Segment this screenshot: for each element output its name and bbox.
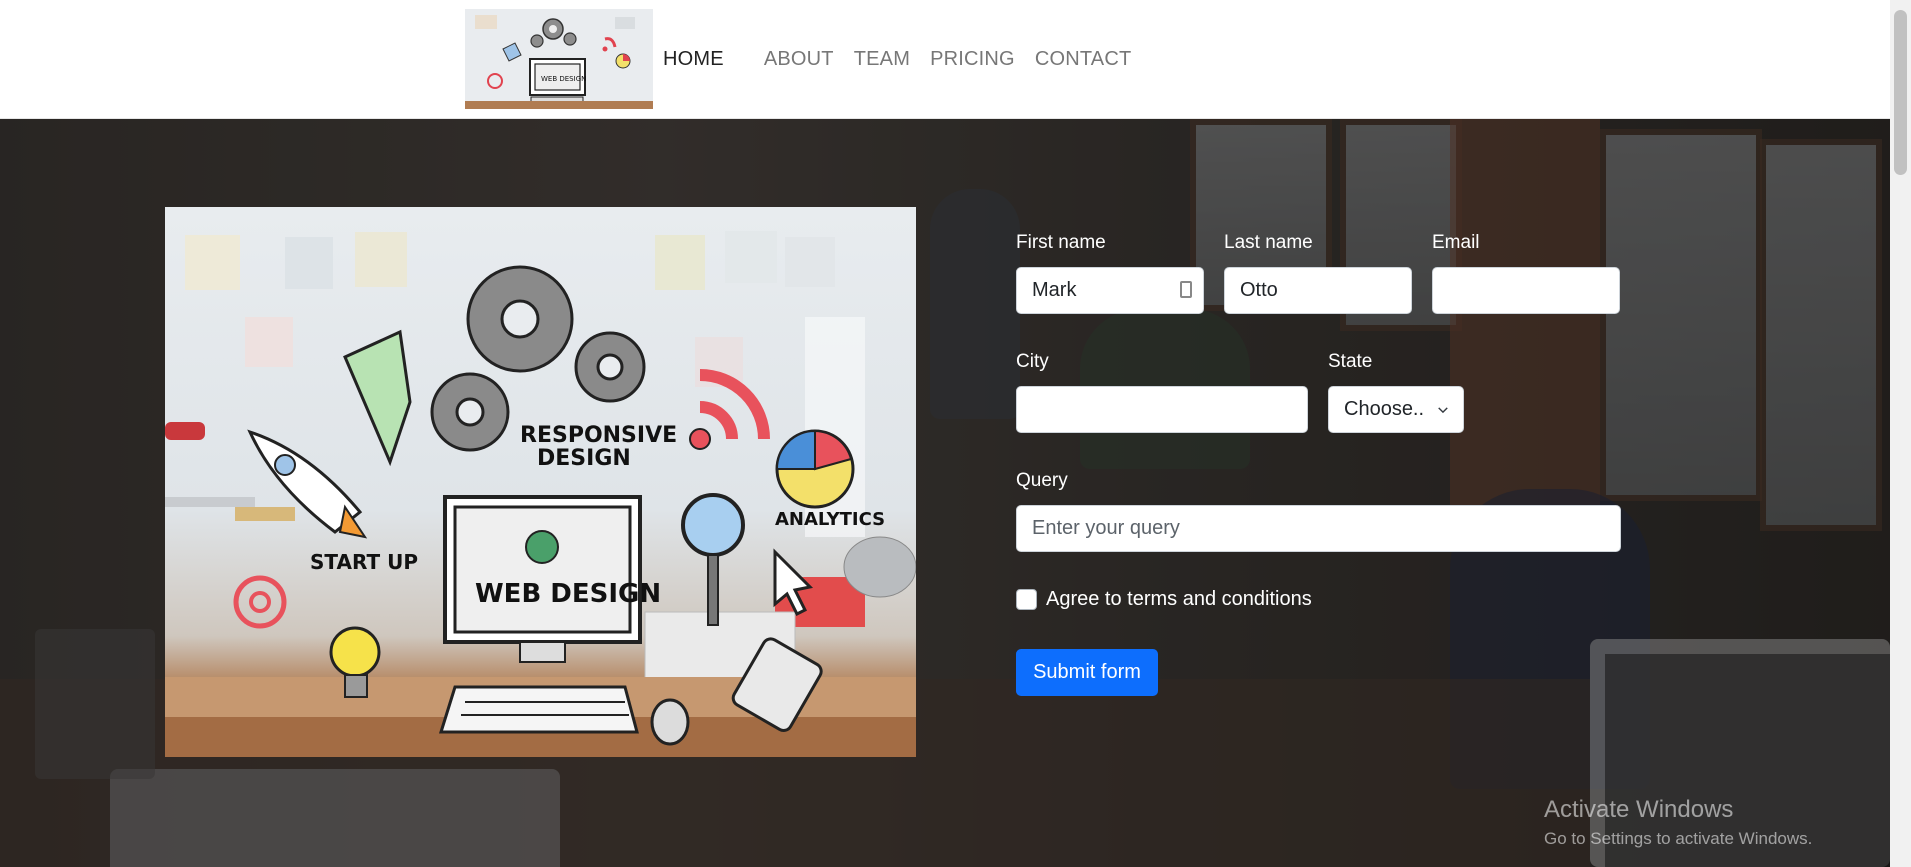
email-label: Email [1432,232,1480,253]
nav-link-team[interactable]: TEAM [854,48,910,71]
nav-link-contact[interactable]: CONTACT [1035,48,1132,71]
logo-illustration-icon: WEB DESIGN [465,9,653,109]
illustration-text-analytics: ANALYTICS [775,509,885,530]
illustration-text-web-design: WEB DESIGN [475,579,661,609]
first-name-input[interactable] [1016,267,1204,314]
state-select[interactable]: Choose.. [1328,386,1464,433]
nav-link-pricing[interactable]: PRICING [930,48,1015,71]
contact-card-icon [1180,281,1192,298]
last-name-label: Last name [1224,232,1313,253]
chevron-down-icon [1438,406,1448,413]
query-input[interactable] [1016,505,1621,552]
hero-illustration: RESPONSIVE DESIGN ANALYTICS START UP WEB… [165,207,916,757]
city-label: City [1016,351,1049,372]
state-select-value: Choose.. [1344,398,1425,420]
nav-link-about[interactable]: ABOUT [764,48,834,71]
city-input[interactable] [1016,386,1308,433]
email-input[interactable] [1432,267,1620,314]
state-label: State [1328,351,1373,372]
illustration-text-responsive: RESPONSIVE [520,423,677,448]
illustration-text-design: DESIGN [537,446,631,471]
submit-form-button[interactable]: Submit form [1016,649,1158,696]
query-label: Query [1016,470,1068,491]
last-name-input[interactable] [1224,267,1412,314]
brand-logo[interactable]: WEB DESIGN [465,9,653,109]
page-scrollbar[interactable] [1890,0,1911,867]
nav-link-home[interactable]: HOME [663,48,724,71]
agree-label[interactable]: Agree to terms and conditions [1046,588,1312,611]
scrollbar-thumb[interactable] [1894,10,1907,175]
hero-section: RESPONSIVE DESIGN ANALYTICS START UP WEB… [0,119,1890,867]
navbar: WEB DESIGN HOME ABOUT TEAM PRICING CONTA… [0,0,1890,119]
illustration-text-startup: START UP [310,550,418,574]
activate-windows-title: Activate Windows [1544,796,1734,823]
svg-text:WEB DESIGN: WEB DESIGN [541,75,586,83]
agree-checkbox[interactable] [1016,589,1037,610]
web-design-illustration-icon: RESPONSIVE DESIGN ANALYTICS START UP WEB… [165,231,916,757]
nav-links: HOME ABOUT TEAM PRICING CONTACT [663,48,1151,71]
activate-windows-subtitle: Go to Settings to activate Windows. [1544,829,1813,848]
first-name-label: First name [1016,232,1106,253]
